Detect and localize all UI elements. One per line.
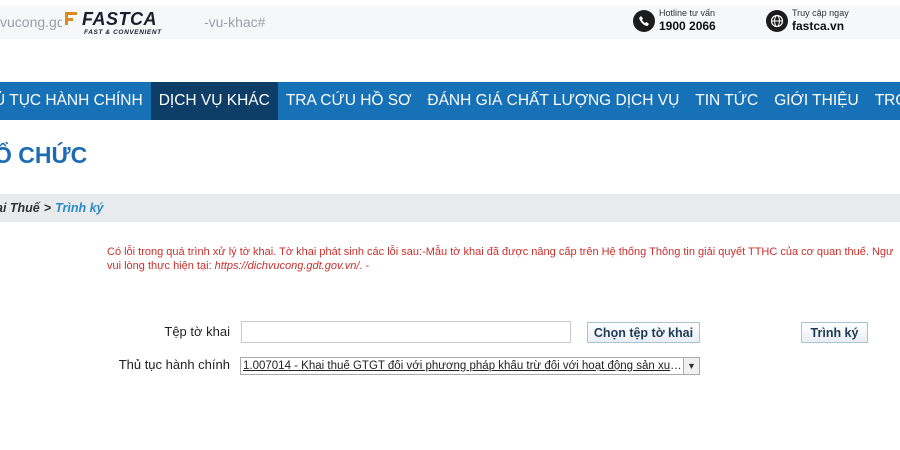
nav-item-service-rating[interactable]: ĐÁNH GIÁ CHẤT LƯỢNG DỊCH VỤ — [419, 82, 687, 120]
procedure-select[interactable]: 1.007014 - Khai thuế GTGT đối với phương… — [240, 357, 700, 375]
nav-item-news[interactable]: TIN TỨC — [687, 82, 766, 120]
sign-button[interactable]: Trình ký — [801, 322, 868, 343]
fastca-logo-icon — [65, 12, 77, 25]
breadcrumb-prev[interactable]: ai Thuế — [0, 201, 40, 215]
error-link[interactable]: https://dichvucong.gdt.gov.vn/ — [215, 260, 360, 272]
brand-tagline: FAST & CONVENIENT — [84, 29, 162, 36]
hotline-label: Hotline tư vấn — [659, 8, 716, 18]
main-nav: Ủ TỤC HÀNH CHÍNH DỊCH VỤ KHÁC TRA CỨU HỒ… — [0, 82, 900, 120]
website-block[interactable]: Truy cập ngay fastca.vn — [766, 8, 849, 33]
phone-icon — [633, 9, 655, 32]
nav-item-help[interactable]: TRỢ GIÚ — [867, 82, 900, 120]
error-line-2: vui lòng thực hiện tại: https://dichvuco… — [107, 259, 370, 272]
error-message: Có lỗi trong quá trình xử lý tờ khai. Tờ… — [107, 246, 900, 273]
breadcrumb-current: Trình ký — [55, 201, 104, 215]
fastca-logo[interactable]: FASTCA FAST & CONVENIENT — [62, 6, 174, 38]
site-label: Truy cập ngay — [792, 8, 849, 18]
chevron-down-icon[interactable]: ▼ — [683, 358, 699, 374]
nav-item-about[interactable]: GIỚI THIỆU — [766, 82, 867, 120]
file-path-input[interactable] — [241, 321, 571, 343]
procedure-selected-value: 1.007014 - Khai thuế GTGT đối với phương… — [243, 360, 683, 372]
site-url: fastca.vn — [792, 19, 845, 33]
procedure-label: Thủ tục hành chính — [118, 357, 230, 372]
breadcrumb: ai Thuế > Trình ký — [0, 194, 900, 222]
choose-file-button[interactable]: Chọn tệp tờ khai — [587, 322, 700, 343]
page-title: Ổ CHỨC — [0, 142, 88, 168]
globe-icon — [766, 9, 788, 32]
brand-name: FASTCA — [82, 9, 157, 29]
top-header: vucong.gdt.go -vu-khac# FASTCA FAST & CON… — [0, 0, 900, 44]
breadcrumb-separator: > — [43, 201, 52, 215]
nav-item-lookup[interactable]: TRA CỨU HỒ SƠ — [278, 82, 420, 120]
nav-item-administrative-procedures[interactable]: Ủ TỤC HÀNH CHÍNH — [0, 82, 151, 120]
hotline-block[interactable]: Hotline tư vấn 1900 2066 — [633, 8, 716, 33]
file-label: Tệp tờ khai — [164, 324, 230, 339]
error-line-1: Có lỗi trong quá trình xử lý tờ khai. Tờ… — [107, 246, 894, 258]
url-tail: -vu-khac# — [203, 14, 266, 30]
nav-item-other-services[interactable]: DỊCH VỤ KHÁC — [150, 82, 278, 120]
hotline-number: 1900 2066 — [659, 19, 716, 33]
